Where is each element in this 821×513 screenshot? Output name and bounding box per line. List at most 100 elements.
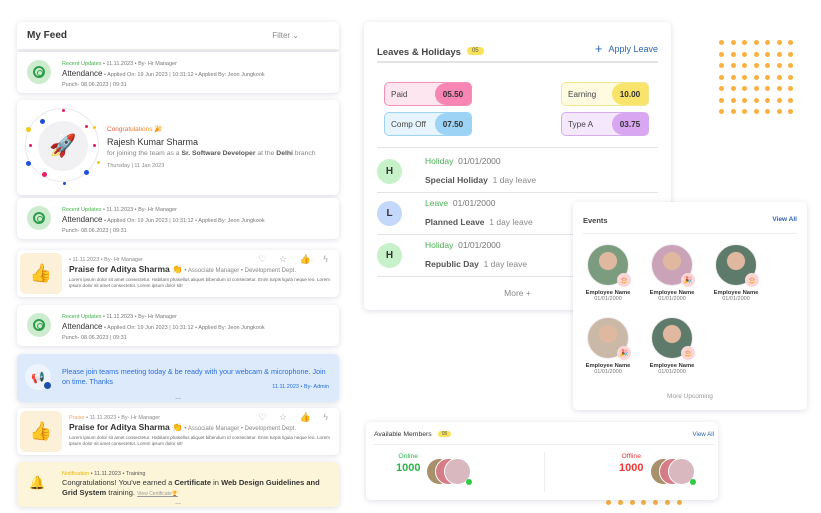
event-employee[interactable]: 🎉 Employee Name 01/01/2000 bbox=[578, 317, 638, 375]
leaves-count-badge: 05 bbox=[466, 46, 484, 55]
event-employee[interactable]: 🎂 Employee Name 01/01/2000 bbox=[642, 317, 702, 375]
reaction-icons[interactable]: ♡ ☆ 👍 ϟ bbox=[258, 254, 333, 265]
leave-balance-paid[interactable]: Paid 05.50 bbox=[384, 82, 472, 106]
feed-item-notification[interactable]: 🔔 Notification • 11.11.2023 • Training C… bbox=[17, 462, 339, 507]
feed-item-attendance[interactable]: Recent Updates • 11.11.2023 • By- Hr Man… bbox=[17, 305, 339, 346]
decorative-dot bbox=[765, 97, 770, 103]
offline-avatar-stack[interactable] bbox=[650, 458, 700, 486]
balance-value: 03.75 bbox=[612, 113, 648, 135]
praise-subtitle: • Associate Manager • Development Dept. bbox=[182, 268, 296, 274]
decorative-dot bbox=[742, 74, 747, 80]
party-popper-icon: 🎉 bbox=[681, 273, 695, 287]
category-label: Recent Updates bbox=[62, 61, 102, 67]
offline-stat[interactable]: Offline 1000 bbox=[619, 453, 643, 474]
members-view-all-link[interactable]: View All bbox=[692, 431, 714, 438]
apply-leave-button[interactable]: + Apply Leave bbox=[595, 41, 658, 56]
decorative-dot bbox=[776, 109, 782, 114]
confetti-dot bbox=[29, 144, 32, 147]
praise-title: Praise for Aditya Sharma 👏 bbox=[69, 422, 183, 432]
decorative-dot bbox=[765, 74, 770, 80]
event-employee[interactable]: 🎂 Employee Name 01/01/2000 bbox=[578, 244, 638, 302]
offline-label: Offline bbox=[621, 453, 641, 460]
more-dots[interactable]: ... bbox=[175, 499, 181, 506]
plus-icon: + bbox=[594, 41, 603, 56]
decorative-dot bbox=[788, 97, 793, 103]
meta: • 11.11.2023 • By- Hr Manager bbox=[101, 207, 177, 213]
leave-list-item[interactable]: H Holiday 01/01/2000 Special Holiday 1 d… bbox=[377, 150, 658, 192]
decorative-dot bbox=[765, 63, 770, 68]
online-count: 1000 bbox=[396, 462, 421, 474]
balance-value: 10.00 bbox=[612, 83, 648, 105]
feed-item-attendance[interactable]: Recent Updates • 11.11.2023 • By- Hr Man… bbox=[17, 52, 339, 93]
confetti-dot bbox=[42, 172, 47, 177]
leave-name: Special Holiday bbox=[425, 175, 488, 185]
reaction-icons[interactable]: ♡ ☆ 👍 ϟ bbox=[258, 412, 333, 423]
feed-header: My Feed Filter ⌄ bbox=[17, 22, 339, 50]
decorative-dot bbox=[719, 51, 724, 57]
feed-item-praise[interactable]: 👍 • 11.11.2023 • By- Hr Manager Praise f… bbox=[17, 250, 339, 297]
filter-dropdown[interactable]: Filter ⌄ bbox=[272, 31, 329, 40]
feed-item-announcement[interactable]: 📢 Please join teams meeting today & be r… bbox=[17, 354, 339, 402]
bell-icon: 🔔 bbox=[29, 475, 46, 490]
leave-name: Planned Leave bbox=[425, 217, 485, 227]
filter-label: Filter bbox=[272, 31, 291, 40]
more-dots[interactable]: ... bbox=[175, 394, 181, 401]
category-label: Recent Updates bbox=[62, 207, 102, 213]
decorative-dot bbox=[742, 40, 747, 45]
decorative-dot bbox=[742, 109, 747, 114]
leave-duration: 1 day leave bbox=[483, 259, 528, 269]
event-date: 01/01/2000 bbox=[594, 369, 622, 375]
decorative-dot bbox=[753, 109, 759, 114]
decorative-dot bbox=[719, 97, 724, 103]
decorative-dot bbox=[719, 109, 724, 114]
online-stat[interactable]: Online 1000 bbox=[396, 453, 420, 474]
praise-body: Lorem ipsum dolor sit amet consectetur. … bbox=[69, 277, 330, 288]
decorative-dot bbox=[629, 500, 635, 505]
avatar: 🎂 bbox=[587, 244, 631, 287]
decorative-dot bbox=[765, 51, 770, 57]
decorative-dot bbox=[730, 109, 736, 114]
event-employee[interactable]: 🎉 Employee Name 01/01/2000 bbox=[642, 244, 702, 302]
confetti-dot bbox=[26, 127, 31, 132]
praise-title: Praise for Aditya Sharma 👏 bbox=[69, 264, 183, 274]
online-avatar-stack[interactable] bbox=[426, 458, 476, 486]
offline-count: 1000 bbox=[619, 462, 644, 474]
events-view-all-link[interactable]: View All bbox=[772, 216, 797, 223]
available-members-card: Available Members 05 View All Online 1000 … bbox=[366, 422, 718, 500]
confetti-dot bbox=[85, 125, 88, 128]
view-certificate-link[interactable]: View Certificate🏆 bbox=[137, 491, 178, 497]
feed-item-praise[interactable]: 👍 Praise • 11.11.2023 • By- Hr Manager P… bbox=[17, 408, 339, 455]
alert-badge-icon bbox=[44, 382, 51, 389]
decorative-dot bbox=[617, 500, 623, 505]
leave-balance-comp-off[interactable]: Comp Off 07.50 bbox=[384, 112, 472, 136]
decorative-dot bbox=[788, 51, 793, 57]
decorative-dot-grid-bottom bbox=[606, 500, 689, 505]
leave-balance-earning[interactable]: Earning 10.00 bbox=[561, 82, 649, 106]
decorative-dot bbox=[730, 86, 736, 91]
leave-type-avatar: H bbox=[377, 243, 402, 268]
praise-subtitle: • Associate Manager • Development Dept. bbox=[182, 426, 296, 432]
leave-type-avatar: H bbox=[377, 159, 402, 184]
details: • Applied On: 19 Jun 2023 | 10:31:12 • A… bbox=[102, 325, 265, 331]
thumbs-up-icon: 👍 bbox=[20, 411, 62, 452]
details: • Applied On: 19 Jun 2023 | 10:31:12 • A… bbox=[102, 218, 265, 224]
event-date: 01/01/2000 bbox=[594, 296, 622, 302]
punch-time: Punch- 08.06.2023 | 09:31 bbox=[62, 335, 127, 341]
event-employee[interactable]: 🎂 Employee Name 01/01/2000 bbox=[706, 244, 766, 302]
congrats-description: for joining the team as a Sr. Software D… bbox=[107, 150, 316, 157]
decorative-dot bbox=[742, 51, 747, 57]
decorative-dot bbox=[765, 109, 770, 114]
meta: • 11.11.2023 • By- Hr Manager bbox=[101, 314, 177, 320]
balance-label: Comp Off bbox=[391, 119, 426, 129]
decorative-dot bbox=[776, 51, 782, 57]
decorative-dot bbox=[730, 74, 736, 80]
online-status-dot bbox=[690, 479, 696, 485]
feed-item-attendance[interactable]: Recent Updates • 11.11.2023 • By- Hr Man… bbox=[17, 198, 339, 239]
leave-balance-type-a[interactable]: Type A 03.75 bbox=[561, 112, 649, 136]
rocket-icon: 🚀 bbox=[38, 121, 88, 171]
more-upcoming-link[interactable]: More Upcoming bbox=[573, 393, 807, 400]
confetti-dot bbox=[40, 119, 45, 124]
decorative-dot bbox=[753, 74, 759, 80]
category-label: Notification bbox=[62, 471, 90, 477]
feed-item-congratulations[interactable]: 🚀 Congratulations 🎉 Rajesh Kumar Sharma … bbox=[17, 100, 339, 195]
